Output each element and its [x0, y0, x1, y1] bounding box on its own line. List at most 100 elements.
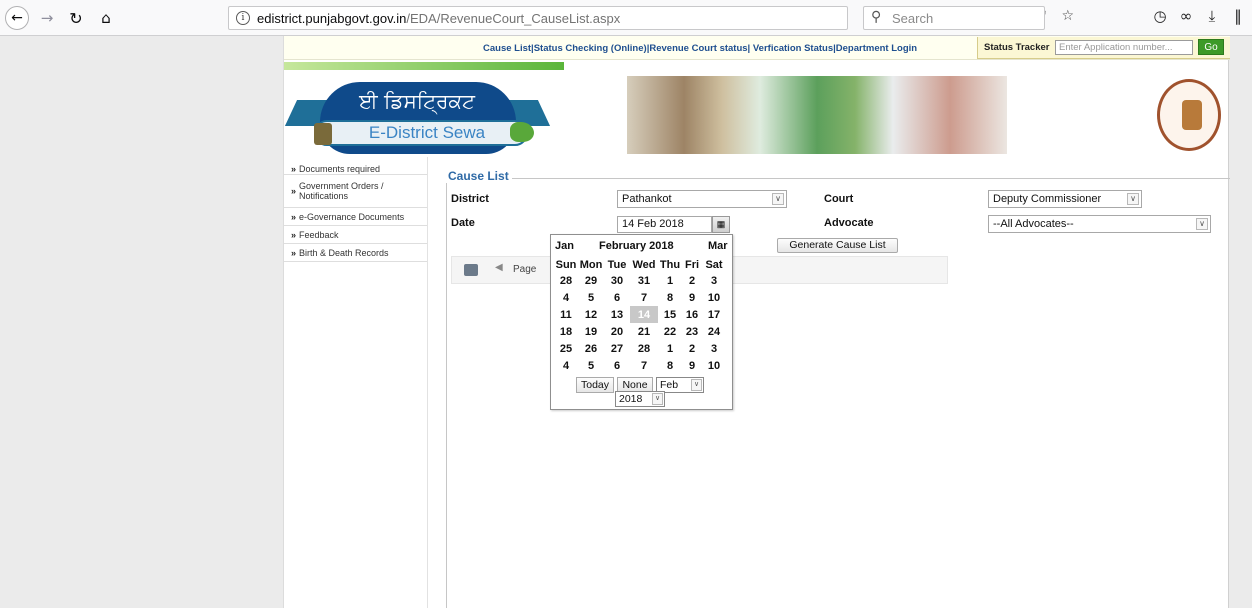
calendar-next-month[interactable]: Mar	[708, 240, 728, 252]
calendar-day[interactable]: 27	[604, 340, 630, 357]
calendar-day[interactable]: 6	[604, 289, 630, 306]
district-select[interactable]: Pathankot ∨	[617, 190, 787, 208]
web-page: Cause List|Status Checking (Online)|Reve…	[283, 36, 1230, 608]
previous-page-icon[interactable]: ◀	[495, 262, 503, 273]
calendar-day[interactable]: 1	[658, 340, 682, 357]
search-input[interactable]: Search	[892, 11, 933, 26]
link-verification-status[interactable]: Verfication Status	[750, 43, 833, 54]
chevron-down-icon: ∨	[1127, 193, 1139, 205]
generate-cause-list-button[interactable]: Generate Cause List	[777, 238, 898, 253]
year-select[interactable]: 2018 ∨	[615, 391, 665, 407]
calendar-day[interactable]: 29	[578, 272, 604, 289]
application-number-input[interactable]: Enter Application number...	[1055, 40, 1193, 55]
advocate-select[interactable]: --All Advocates-- ∨	[988, 215, 1211, 233]
calendar-day[interactable]: 25	[554, 340, 578, 357]
calendar-day[interactable]: 8	[658, 289, 682, 306]
back-icon[interactable]: ←	[5, 6, 29, 30]
link-revenue-court-status[interactable]: Revenue Court status	[649, 43, 747, 54]
today-button[interactable]: Today	[576, 377, 614, 393]
chevron-down-icon: ∨	[772, 193, 784, 205]
top-navigation: Cause List|Status Checking (Online)|Reve…	[284, 36, 1230, 60]
search-bar[interactable]: ⚲ Search	[863, 6, 1045, 30]
calendar-day[interactable]: 4	[554, 357, 578, 374]
calendar-week: 18 19 20 21 22 23 24	[554, 323, 726, 340]
home-icon[interactable]: ⌂	[96, 6, 116, 30]
sidebar-item-feedback[interactable]: » Feedback	[284, 226, 427, 244]
emblem-icon	[314, 123, 332, 145]
calendar-day[interactable]: 5	[578, 357, 604, 374]
calendar-icon[interactable]: ▦	[712, 216, 730, 233]
calendar-day[interactable]: 1	[658, 272, 682, 289]
sidebar-item-government-orders[interactable]: » Government Orders / Notifications	[284, 175, 427, 208]
go-button[interactable]: Go	[1198, 39, 1224, 55]
calendar-day[interactable]: 7	[630, 289, 658, 306]
calendar-day-selected[interactable]: 14	[630, 306, 658, 323]
library-icon[interactable]: ‖	[1225, 7, 1251, 25]
sidebar-item-birth-death[interactable]: » Birth & Death Records	[284, 244, 427, 262]
bookmark-icon[interactable]: ☆	[1061, 8, 1074, 24]
calendar-day[interactable]: 5	[578, 289, 604, 306]
calendar-day[interactable]: 17	[702, 306, 726, 323]
calendar-day[interactable]: 12	[578, 306, 604, 323]
sync-icon[interactable]: ∞	[1173, 7, 1199, 25]
toolbar-icons: ◷ ∞ ⤓ ‖	[1147, 7, 1251, 25]
url-text[interactable]: edistrict.punjabgovt.gov.in/EDA/RevenueC…	[257, 11, 620, 26]
weekday-header: Thu	[659, 259, 681, 271]
sidebar-item-egovernance[interactable]: » e-Governance Documents	[284, 208, 427, 226]
top-links: Cause List|Status Checking (Online)|Reve…	[483, 43, 918, 54]
forward-icon[interactable]: →	[37, 6, 57, 30]
calendar-day[interactable]: 16	[682, 306, 702, 323]
calendar-day[interactable]: 19	[578, 323, 604, 340]
calendar-day[interactable]: 30	[604, 272, 630, 289]
date-input[interactable]: 14 Feb 2018	[617, 216, 712, 233]
calendar-day[interactable]: 2	[682, 272, 702, 289]
calendar-day[interactable]: 8	[658, 357, 682, 374]
info-icon[interactable]: i	[236, 11, 250, 25]
court-select[interactable]: Deputy Commissioner ∨	[988, 190, 1142, 208]
weekday-header: Wed	[632, 259, 656, 271]
download-icon[interactable]: ⤓	[1199, 7, 1225, 25]
calendar-day[interactable]: 22	[658, 323, 682, 340]
calendar-day[interactable]: 6	[604, 357, 630, 374]
calendar-prev-month[interactable]: Jan	[555, 240, 574, 252]
address-bar[interactable]: i edistrict.punjabgovt.gov.in/EDA/Revenu…	[228, 6, 1074, 30]
calendar-day[interactable]: 23	[682, 323, 702, 340]
calendar-day[interactable]: 26	[578, 340, 604, 357]
calendar-month-title: February 2018	[599, 240, 674, 252]
calendar-day[interactable]: 3	[702, 272, 726, 289]
header-photo-strip	[627, 76, 1007, 154]
calendar-day[interactable]: 9	[682, 357, 702, 374]
calendar-day[interactable]: 3	[702, 340, 726, 357]
sidebar-item-documents[interactable]: » Documents required	[284, 157, 427, 175]
link-department-login[interactable]: Department Login	[836, 43, 917, 54]
calendar-day[interactable]: 11	[554, 306, 578, 323]
punjab-map-icon	[510, 122, 534, 142]
link-status-checking[interactable]: Status Checking (Online)	[534, 43, 647, 54]
history-icon[interactable]: ◷	[1147, 7, 1173, 25]
logo-punjabi-text: ਈ ਡਿਸਟ੍ਰਿਕਟ ਸੇਵਾ	[359, 89, 475, 143]
calendar-day[interactable]: 10	[702, 357, 726, 374]
calendar-day[interactable]: 13	[604, 306, 630, 323]
calendar-day[interactable]: 18	[554, 323, 578, 340]
calendar-day[interactable]: 31	[630, 272, 658, 289]
calendar-day[interactable]: 7	[630, 357, 658, 374]
calendar-day[interactable]: 28	[630, 340, 658, 357]
calendar-week: 28 29 30 31 1 2 3	[554, 272, 726, 289]
calendar-header: Jan February 2018 Mar	[551, 237, 734, 255]
calendar-week: 4 5 6 7 8 9 10	[554, 357, 726, 374]
calendar-day[interactable]: 20	[604, 323, 630, 340]
calendar-day[interactable]: 24	[702, 323, 726, 340]
emblem-icon	[1182, 100, 1202, 130]
calendar-day[interactable]: 9	[682, 289, 702, 306]
print-icon[interactable]	[464, 264, 478, 276]
calendar-day[interactable]: 15	[658, 306, 682, 323]
calendar-day[interactable]: 28	[554, 272, 578, 289]
reload-icon[interactable]: ↻	[66, 6, 86, 30]
calendar-day[interactable]: 4	[554, 289, 578, 306]
calendar-day[interactable]: 2	[682, 340, 702, 357]
calendar-day[interactable]: 10	[702, 289, 726, 306]
logo-english-text: E-District Sewa	[314, 120, 528, 146]
chevron-right-icon: »	[291, 211, 297, 222]
calendar-day[interactable]: 21	[630, 323, 658, 340]
link-cause-list[interactable]: Cause List	[483, 43, 531, 54]
